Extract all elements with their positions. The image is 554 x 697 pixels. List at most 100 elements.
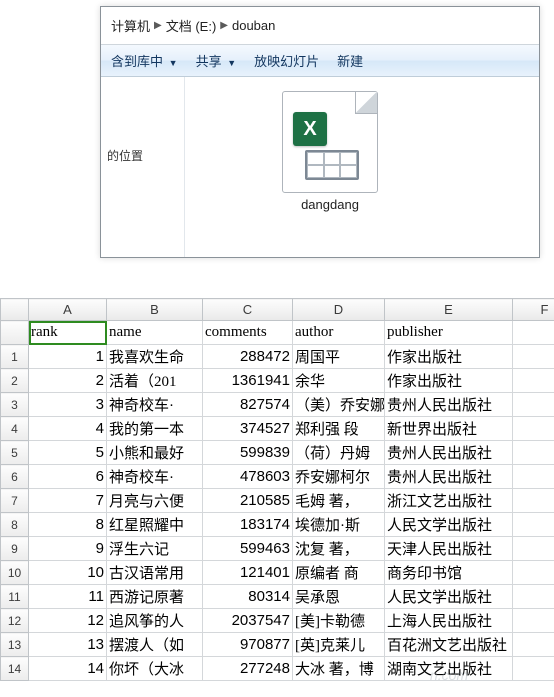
cell[interactable]: 上海人民出版社 bbox=[385, 609, 513, 633]
cell[interactable]: 970877 bbox=[203, 633, 293, 657]
row-header[interactable]: 14 bbox=[1, 657, 29, 681]
cell[interactable]: 贵州人民出版社 bbox=[385, 393, 513, 417]
cell[interactable]: 4 bbox=[29, 417, 107, 441]
file-item-dangdang[interactable]: X dangdang bbox=[275, 91, 385, 212]
breadcrumb-item[interactable]: 文档 (E:) bbox=[166, 16, 217, 35]
share-button[interactable]: 共享 ▼ bbox=[196, 51, 237, 70]
cell[interactable]: 1361941 bbox=[203, 369, 293, 393]
cell[interactable]: 10 bbox=[29, 561, 107, 585]
col-header-E[interactable]: E bbox=[385, 299, 513, 321]
cell[interactable]: （美）乔安娜 bbox=[293, 393, 385, 417]
cell[interactable]: 183174 bbox=[203, 513, 293, 537]
breadcrumb[interactable]: 计算机 ▶ 文档 (E:) ▶ douban bbox=[105, 13, 535, 38]
cell[interactable]: 我的第一本 bbox=[107, 417, 203, 441]
cell[interactable]: 80314 bbox=[203, 585, 293, 609]
cell[interactable]: 13 bbox=[29, 633, 107, 657]
cell[interactable]: 14 bbox=[29, 657, 107, 681]
cell[interactable]: 西游记原著 bbox=[107, 585, 203, 609]
cell[interactable]: 新世界出版社 bbox=[385, 417, 513, 441]
new-button[interactable]: 新建 bbox=[337, 51, 363, 70]
cell[interactable]: 郑利强 段 bbox=[293, 417, 385, 441]
cell[interactable]: 你坏（大冰 bbox=[107, 657, 203, 681]
cell[interactable]: 11 bbox=[29, 585, 107, 609]
cell[interactable]: 天津人民出版社 bbox=[385, 537, 513, 561]
breadcrumb-item[interactable]: douban bbox=[232, 18, 275, 33]
row-header[interactable]: 11 bbox=[1, 585, 29, 609]
cell[interactable]: 吴承恩 bbox=[293, 585, 385, 609]
row-header[interactable]: 6 bbox=[1, 465, 29, 489]
cell[interactable]: 478603 bbox=[203, 465, 293, 489]
cell[interactable]: 神奇校车· bbox=[107, 393, 203, 417]
file-area[interactable]: X dangdang bbox=[185, 77, 539, 257]
cell[interactable]: 288472 bbox=[203, 345, 293, 369]
cell[interactable]: 作家出版社 bbox=[385, 369, 513, 393]
cell[interactable] bbox=[513, 417, 554, 441]
row-header[interactable]: 9 bbox=[1, 537, 29, 561]
cell[interactable]: 月亮与六便 bbox=[107, 489, 203, 513]
cell[interactable]: 原编者 商 bbox=[293, 561, 385, 585]
cell[interactable]: 5 bbox=[29, 441, 107, 465]
row-header[interactable]: 1 bbox=[1, 345, 29, 369]
cell[interactable] bbox=[513, 393, 554, 417]
cell[interactable] bbox=[513, 513, 554, 537]
row-header[interactable]: 7 bbox=[1, 489, 29, 513]
cell[interactable] bbox=[513, 369, 554, 393]
cell[interactable]: 599463 bbox=[203, 537, 293, 561]
cell[interactable]: 活着（201 bbox=[107, 369, 203, 393]
col-header-F[interactable]: F bbox=[513, 299, 554, 321]
slideshow-button[interactable]: 放映幻灯片 bbox=[254, 51, 319, 70]
cell[interactable]: 贵州人民出版社 bbox=[385, 441, 513, 465]
cell[interactable]: 人民文学出版社 bbox=[385, 585, 513, 609]
cell[interactable]: 小熊和最好 bbox=[107, 441, 203, 465]
cell[interactable]: comments bbox=[203, 321, 293, 345]
cell[interactable]: 古汉语常用 bbox=[107, 561, 203, 585]
cell[interactable]: 277248 bbox=[203, 657, 293, 681]
cell-A1[interactable]: rank bbox=[29, 321, 107, 345]
cell[interactable]: 毛姆 著， bbox=[293, 489, 385, 513]
cell[interactable] bbox=[513, 633, 554, 657]
cell[interactable]: 红星照耀中 bbox=[107, 513, 203, 537]
cell[interactable]: 1 bbox=[29, 345, 107, 369]
cell[interactable]: 2037547 bbox=[203, 609, 293, 633]
cell[interactable]: [美]卡勒德 bbox=[293, 609, 385, 633]
cell[interactable]: 374527 bbox=[203, 417, 293, 441]
row-header[interactable]: 12 bbox=[1, 609, 29, 633]
cell[interactable]: 余华 bbox=[293, 369, 385, 393]
cell[interactable]: 摆渡人（如 bbox=[107, 633, 203, 657]
cell[interactable]: 827574 bbox=[203, 393, 293, 417]
cell[interactable]: 3 bbox=[29, 393, 107, 417]
cell[interactable]: 商务印书馆 bbox=[385, 561, 513, 585]
col-header-A[interactable]: A bbox=[29, 299, 107, 321]
breadcrumb-item[interactable]: 计算机 bbox=[111, 16, 150, 35]
cell[interactable]: 追风筝的人 bbox=[107, 609, 203, 633]
cell[interactable]: 埃德加·斯 bbox=[293, 513, 385, 537]
row-header[interactable]: 13 bbox=[1, 633, 29, 657]
col-header-D[interactable]: D bbox=[293, 299, 385, 321]
cell[interactable]: 210585 bbox=[203, 489, 293, 513]
col-header-C[interactable]: C bbox=[203, 299, 293, 321]
cell[interactable] bbox=[513, 321, 554, 345]
cell[interactable]: 8 bbox=[29, 513, 107, 537]
cell[interactable] bbox=[513, 345, 554, 369]
cell[interactable]: publisher bbox=[385, 321, 513, 345]
cell[interactable]: 百花洲文艺出版社 bbox=[385, 633, 513, 657]
cell[interactable]: （荷）丹姆 bbox=[293, 441, 385, 465]
cell[interactable]: 7 bbox=[29, 489, 107, 513]
cell[interactable]: 人民文学出版社 bbox=[385, 513, 513, 537]
cell[interactable]: 121401 bbox=[203, 561, 293, 585]
cell[interactable] bbox=[513, 465, 554, 489]
cell[interactable] bbox=[513, 585, 554, 609]
row-header[interactable]: 8 bbox=[1, 513, 29, 537]
row-header[interactable]: 4 bbox=[1, 417, 29, 441]
cell[interactable]: 沈复 著， bbox=[293, 537, 385, 561]
cell[interactable]: 大冰 著，博 bbox=[293, 657, 385, 681]
cell[interactable] bbox=[513, 489, 554, 513]
sheet-grid[interactable]: A B C D E F ranknamecommentsauthorpublis… bbox=[0, 298, 554, 681]
cell[interactable] bbox=[513, 609, 554, 633]
cell[interactable]: 6 bbox=[29, 465, 107, 489]
col-header-B[interactable]: B bbox=[107, 299, 203, 321]
cell[interactable]: 周国平 bbox=[293, 345, 385, 369]
cell[interactable]: 9 bbox=[29, 537, 107, 561]
row-header[interactable] bbox=[1, 321, 29, 345]
row-header[interactable]: 5 bbox=[1, 441, 29, 465]
